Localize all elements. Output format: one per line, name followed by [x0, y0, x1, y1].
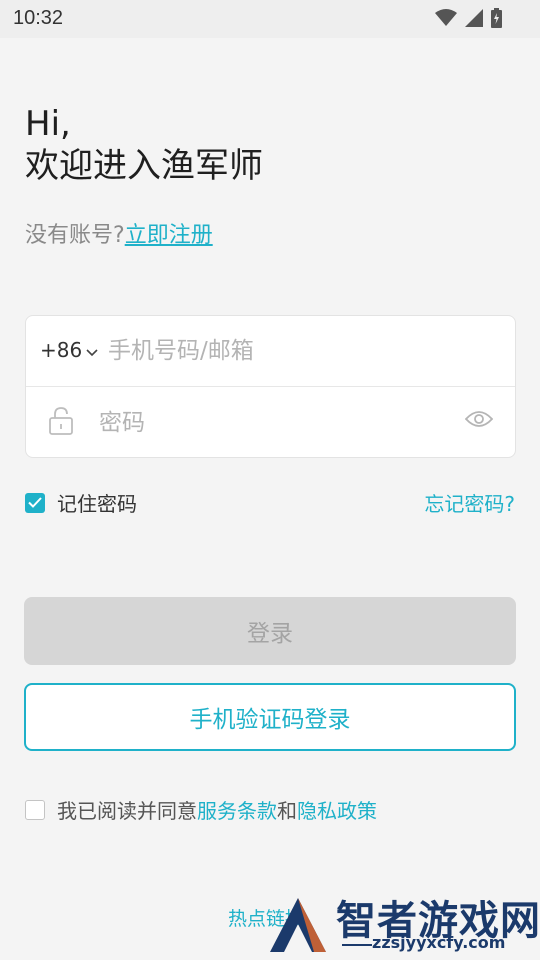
battery-charging-icon — [491, 8, 502, 32]
login-button[interactable]: 登录 — [24, 597, 516, 665]
login-form: +86 — [25, 315, 516, 458]
eye-icon[interactable] — [464, 410, 494, 432]
agreement-prefix: 我已阅读并同意 — [57, 799, 197, 823]
status-bar: 10:32 — [0, 0, 540, 38]
status-icons — [435, 8, 502, 32]
welcome-heading: Hi, 欢迎进入渔军师 — [25, 103, 263, 187]
greeting-welcome: 欢迎进入渔军师 — [25, 146, 263, 186]
signal-icon — [465, 9, 483, 31]
watermark-url: zzsjyyxcfy.com — [372, 933, 506, 952]
agreement-checkbox[interactable] — [25, 799, 45, 820]
agreement-text: 我已阅读并同意服务条款和隐私政策 — [57, 795, 377, 824]
country-code-value: +86 — [40, 338, 83, 362]
status-time: 10:32 — [13, 7, 64, 29]
agreement-conjunction: 和 — [277, 799, 297, 823]
checkbox-checked-icon[interactable] — [25, 492, 45, 513]
country-code-selector[interactable]: +86 — [40, 338, 98, 362]
password-input[interactable] — [99, 404, 459, 442]
forgot-password-link[interactable]: 忘记密码? — [424, 488, 515, 517]
phone-row: +86 — [26, 316, 515, 387]
site-watermark: 智者游戏网 zzsjyyxcfy.com — [262, 888, 540, 960]
sms-login-button[interactable]: 手机验证码登录 — [24, 683, 516, 751]
watermark-logo-icon — [262, 892, 332, 960]
chevron-down-icon — [86, 338, 98, 362]
agreement-row: 我已阅读并同意服务条款和隐私政策 — [25, 795, 377, 824]
register-link[interactable]: 立即注册 — [125, 223, 213, 248]
greeting-hi: Hi, — [25, 104, 71, 144]
lock-icon — [48, 406, 74, 440]
register-prompt-line: 没有账号?立即注册 — [25, 217, 213, 249]
privacy-policy-link[interactable]: 隐私政策 — [297, 799, 377, 823]
phone-email-input[interactable] — [108, 332, 488, 370]
wifi-icon — [435, 9, 457, 31]
terms-of-service-link[interactable]: 服务条款 — [197, 799, 277, 823]
remember-password-label: 记住密码 — [57, 492, 137, 516]
remember-password-toggle[interactable]: 记住密码 — [25, 488, 137, 517]
password-row — [26, 388, 515, 459]
watermark-divider — [342, 944, 372, 946]
register-prompt: 没有账号? — [25, 223, 125, 248]
